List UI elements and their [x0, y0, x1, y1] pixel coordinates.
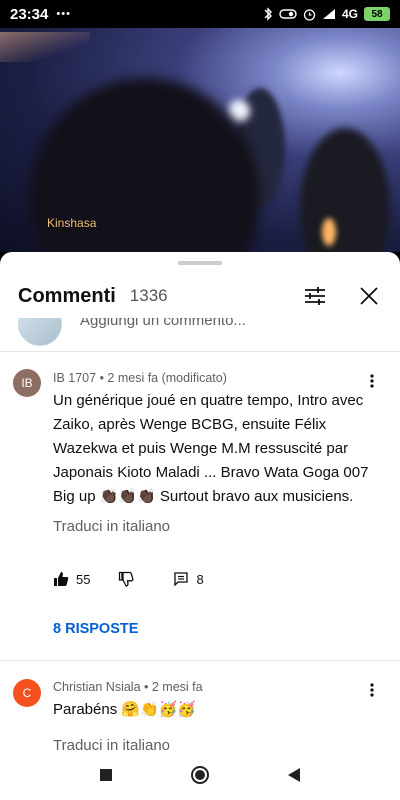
- comment-item: C Christian Nsiala • 2 mesi fa Parabéns …: [0, 661, 400, 750]
- recent-apps-icon[interactable]: [94, 763, 118, 787]
- comment-item: IB IB 1707 • 2 mesi fa (modificato) Un g…: [0, 352, 400, 662]
- alarm-icon: [303, 8, 316, 21]
- video-frame-detail: [322, 218, 336, 246]
- reply-icon: [174, 572, 189, 586]
- video-frame-detail: [0, 32, 90, 62]
- comment-avatar[interactable]: IB: [13, 369, 41, 397]
- comment-avatar[interactable]: C: [13, 679, 41, 707]
- comments-panel: Commenti 1336 Aggiungi un commento... IB…: [0, 252, 400, 750]
- comments-count: 1336: [129, 286, 168, 305]
- video-frame-detail: [300, 128, 390, 252]
- comments-header: Commenti 1336: [0, 274, 400, 318]
- comment-meta: IB 1707 • 2 mesi fa (modificato): [53, 371, 227, 385]
- network-type: 4G: [341, 7, 358, 21]
- vibrate-icon: [279, 8, 297, 20]
- like-button[interactable]: 55: [53, 571, 90, 587]
- notification-dots: •••: [56, 8, 71, 20]
- like-count: 55: [76, 571, 91, 587]
- reply-count: 8: [196, 571, 204, 587]
- reply-button[interactable]: 8: [174, 571, 204, 587]
- thumbs-down-icon: [118, 571, 134, 587]
- view-replies-link[interactable]: 8 RISPOSTE: [53, 621, 138, 637]
- comment-meta: Christian Nsiala • 2 mesi fa: [53, 680, 203, 694]
- battery-indicator: 58: [364, 7, 390, 21]
- status-time: 23:34: [10, 5, 49, 23]
- more-options-icon[interactable]: [362, 680, 382, 700]
- translate-link[interactable]: Traduci in italiano: [53, 518, 170, 535]
- more-options-icon[interactable]: [362, 371, 382, 391]
- drag-handle[interactable]: [178, 261, 222, 265]
- home-icon[interactable]: [188, 763, 212, 787]
- close-icon[interactable]: [356, 283, 382, 309]
- status-bar: 23:34 ••• 4G 58: [0, 0, 400, 28]
- bluetooth-icon: [263, 7, 273, 21]
- translate-link[interactable]: Traduci in italiano: [53, 737, 170, 750]
- user-avatar: [18, 318, 62, 346]
- video-player[interactable]: Kinshasa: [0, 28, 400, 252]
- status-icons: 4G 58: [263, 7, 390, 21]
- add-comment-input[interactable]: Aggiungi un commento...: [80, 318, 246, 329]
- comments-title: Commenti: [18, 284, 116, 307]
- signal-icon: [322, 8, 336, 20]
- system-nav-bar: [0, 750, 400, 800]
- comment-text: Parabéns 🤗👏🥳🥳: [53, 701, 197, 718]
- dislike-button[interactable]: [118, 571, 134, 587]
- comment-text: Un générique joué en quatre tempo, Intro…: [53, 392, 369, 505]
- comment-actions: 55 8: [53, 571, 204, 587]
- back-icon[interactable]: [282, 763, 306, 787]
- video-caption: Kinshasa: [47, 216, 97, 230]
- add-comment-row[interactable]: Aggiungi un commento...: [0, 318, 400, 352]
- thumbs-up-icon: [53, 571, 69, 587]
- sort-filter-icon[interactable]: [302, 283, 328, 309]
